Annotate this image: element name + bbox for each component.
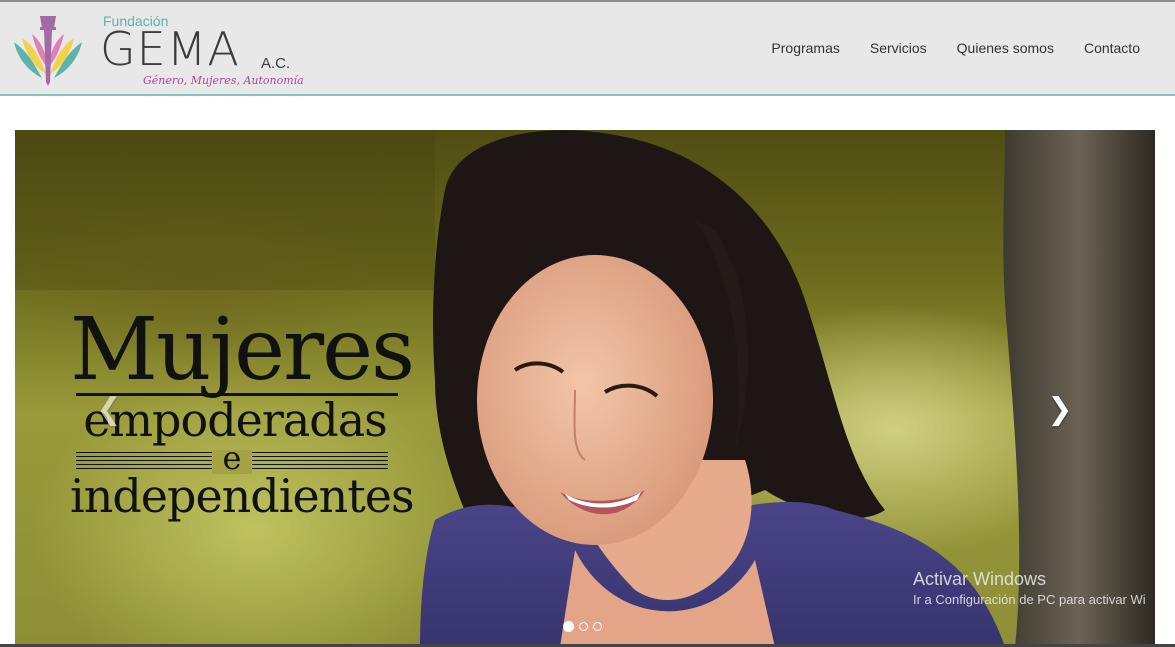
windows-activation-watermark: Activar Windows Ir a Configuración de PC… (913, 569, 1146, 607)
brand-tagline: Género, Mujeres, Autonomía (143, 74, 304, 87)
nav-item-quienes-somos[interactable]: Quienes somos (957, 40, 1054, 56)
nav-item-programas[interactable]: Programas (771, 40, 839, 56)
carousel-indicator-3[interactable] (593, 622, 602, 631)
brand-suffix: A.C. (261, 55, 291, 72)
headline-line-3: independientes (70, 469, 415, 523)
carousel-indicator-1[interactable] (563, 621, 574, 632)
chevron-right-icon[interactable]: ❯ (1046, 392, 1074, 428)
chevron-left-icon[interactable]: ❮ (95, 392, 123, 428)
site-logo[interactable]: Fundación GEMA A.C. Género, Mujeres, Aut… (8, 10, 308, 90)
gema-logo-icon (14, 16, 82, 86)
watermark-title: Activar Windows (913, 569, 1047, 589)
site-header: Fundación GEMA A.C. Género, Mujeres, Aut… (0, 2, 1175, 96)
headline-connector: e (222, 439, 242, 477)
nav-item-contacto[interactable]: Contacto (1084, 40, 1140, 56)
headline-rules: e (76, 440, 388, 476)
nav-item-servicios[interactable]: Servicios (870, 40, 927, 56)
carousel-indicator-2[interactable] (579, 622, 588, 631)
main-nav: Programas Servicios Quienes somos Contac… (741, 40, 1140, 56)
headline-line-1: Mujeres (70, 300, 415, 400)
carousel-indicators (563, 621, 607, 632)
brand-name: GEMA (100, 22, 240, 76)
watermark-subtitle: Ir a Configuración de PC para activar Wi (913, 592, 1146, 607)
